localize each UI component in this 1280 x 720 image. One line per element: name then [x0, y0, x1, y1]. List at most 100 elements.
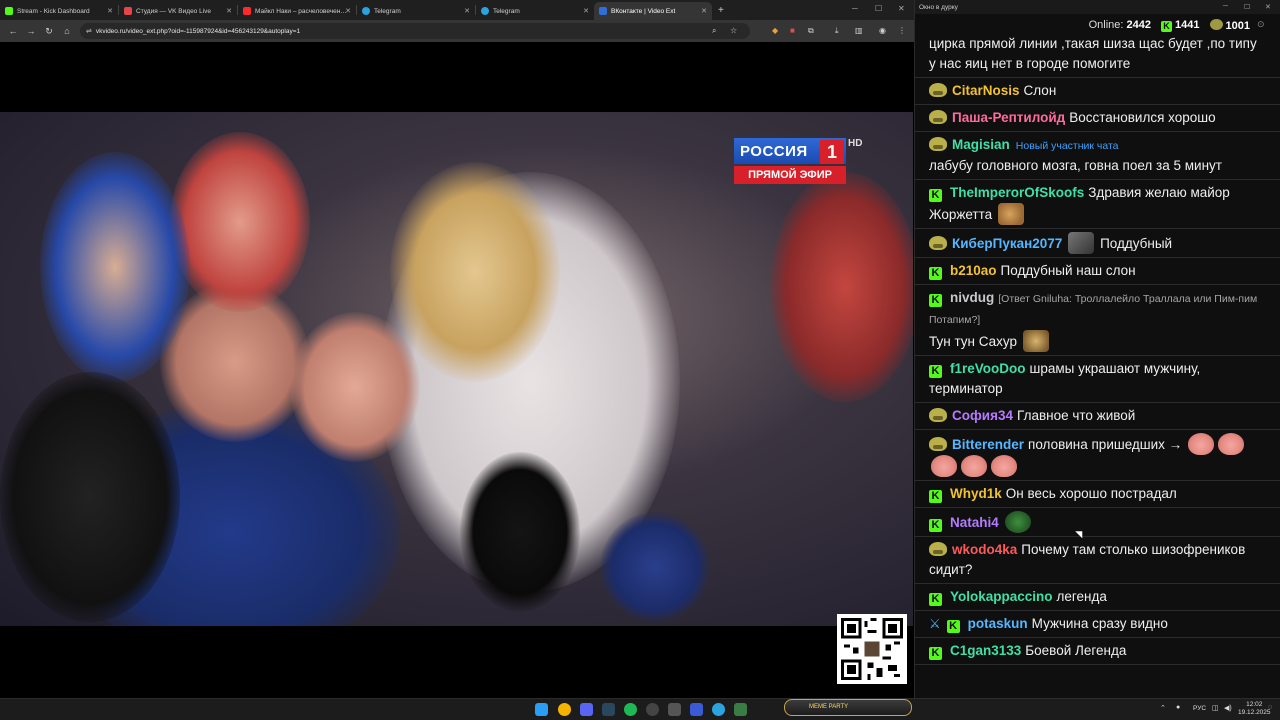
search-icon[interactable]: ⌕: [712, 26, 716, 36]
chrome-icon[interactable]: [558, 703, 571, 716]
chat-username[interactable]: Magisian: [952, 137, 1010, 152]
pig-emote-icon: [1187, 433, 1214, 455]
chat-message: ⚔ Kpotaskun Мужчина сразу видно: [915, 611, 1280, 638]
extension-icon[interactable]: ◆: [772, 26, 778, 35]
chat-username[interactable]: f1reVooDoo: [950, 361, 1026, 376]
frog-badge-icon: [929, 542, 947, 556]
telegram-icon: [481, 7, 489, 15]
notification-icon[interactable]: ◌: [1268, 704, 1272, 711]
obs-icon[interactable]: [646, 703, 659, 716]
telegram-icon[interactable]: [712, 703, 725, 716]
chat-message-list[interactable]: цирка прямой линии ,такая шиза щас будет…: [915, 30, 1280, 698]
frog-badge-icon: [929, 137, 947, 151]
address-bar[interactable]: ⇌ vkvideo.ru/video_ext.php?oid=-11598792…: [80, 23, 750, 39]
start-icon[interactable]: [535, 703, 548, 716]
chat-username[interactable]: КиберПукан2077: [952, 236, 1062, 251]
split-view-icon[interactable]: ▥: [855, 26, 863, 35]
tab-vk-studio[interactable]: Студия — VK Видео Live ✕: [119, 2, 237, 20]
video-scene: [40, 152, 190, 382]
pig-emote-icon: [1217, 433, 1244, 455]
chat-window: Окно в дурку ─ ☐ ✕ Online: 2442 K 1441 10…: [914, 0, 1280, 698]
kick-badge-icon: K: [929, 365, 942, 378]
close-icon[interactable]: ✕: [1265, 3, 1271, 11]
close-icon[interactable]: ✕: [583, 7, 589, 15]
back-icon[interactable]: ←: [4, 26, 22, 36]
discord-icon[interactable]: [580, 703, 593, 716]
language-indicator[interactable]: РУС: [1193, 705, 1206, 712]
network-icon[interactable]: ◫: [1212, 704, 1219, 712]
app-icon[interactable]: [668, 703, 681, 716]
message-text: половина пришедших →: [1028, 437, 1183, 452]
chat-username[interactable]: София34: [952, 408, 1013, 423]
tab-title: Stream - Kick Dashboard: [17, 7, 90, 15]
chat-message: K Natahi4: [915, 508, 1280, 537]
maximize-icon[interactable]: ☐: [875, 4, 882, 13]
message-text: Тун тун Сахур: [929, 334, 1018, 349]
reload-icon[interactable]: ↻: [40, 26, 58, 37]
tab-title: Telegram: [374, 7, 401, 15]
clock[interactable]: 12:02 19.12.2025: [1238, 701, 1271, 717]
chat-username[interactable]: Yolokappaccino: [950, 589, 1053, 604]
message-text: Мужчина сразу видно: [1031, 616, 1168, 631]
download-icon[interactable]: ⤓: [835, 26, 839, 36]
volume-icon[interactable]: ◀): [1224, 704, 1232, 712]
chat-message: Kf1reVooDoo шрамы украшают мужчину, терми…: [915, 356, 1280, 403]
chat-username[interactable]: Natahi4: [950, 515, 999, 530]
forward-icon[interactable]: →: [22, 26, 40, 36]
steam-icon[interactable]: [602, 703, 615, 716]
microphone-icon[interactable]: ●: [1176, 704, 1180, 711]
hd-label: HD: [848, 138, 863, 149]
chat-username[interactable]: wkodo4ka: [952, 542, 1017, 557]
chat-username[interactable]: CitarNosis: [952, 83, 1020, 98]
video-scene: [390, 162, 560, 382]
chat-username[interactable]: Паша-Рептилойд: [952, 110, 1065, 125]
home-icon[interactable]: ⌂: [58, 26, 76, 36]
video-scene: [290, 312, 420, 462]
chat-username[interactable]: potaskun: [968, 616, 1028, 631]
close-icon[interactable]: ✕: [345, 7, 351, 15]
close-icon[interactable]: ✕: [464, 7, 470, 15]
tab-title: ВКонтакте | Video Ext: [611, 7, 676, 15]
close-window-icon[interactable]: ✕: [898, 4, 905, 13]
chat-message: цирка прямой линии ,такая шиза щас будет…: [915, 30, 1280, 78]
chat-message: wkodo4ka Почему там столько шизофреников …: [915, 537, 1280, 584]
tab-vk-video[interactable]: ВКонтакте | Video Ext ✕: [594, 2, 712, 20]
tab-title: Telegram: [493, 7, 520, 15]
chat-username[interactable]: nivdug: [950, 290, 994, 305]
new-tab-button[interactable]: +: [712, 5, 730, 16]
chat-username[interactable]: Bitterender: [952, 437, 1024, 452]
chat-titlebar: Окно в дурку ─ ☐ ✕: [915, 0, 1280, 14]
meme-party-widget[interactable]: MEME PARTY: [784, 699, 912, 716]
qr-code-image: [841, 618, 903, 680]
profile-icon[interactable]: ◉: [879, 26, 886, 35]
extensions-icon[interactable]: ⧉: [808, 26, 814, 36]
site-info-icon[interactable]: ⇌: [86, 27, 92, 35]
spotify-icon[interactable]: [624, 703, 637, 716]
video-player[interactable]: [0, 112, 913, 626]
message-text: Восстановился хорошо: [1069, 110, 1216, 125]
tab-telegram-2[interactable]: Telegram ✕: [476, 2, 594, 20]
close-icon[interactable]: ✕: [226, 7, 232, 15]
chat-username[interactable]: TheImperorOfSkoofs: [950, 185, 1084, 200]
close-icon[interactable]: ✕: [107, 7, 113, 15]
app-icon[interactable]: [734, 703, 747, 716]
message-text: Слон: [1023, 83, 1057, 98]
minimize-icon[interactable]: ─: [852, 4, 858, 13]
tab-kick-dashboard[interactable]: Stream - Kick Dashboard ✕: [0, 2, 118, 20]
close-icon[interactable]: ✕: [701, 7, 707, 15]
app-icon[interactable]: [690, 703, 703, 716]
menu-icon[interactable]: ⋮: [898, 26, 906, 35]
tray-chevron-icon[interactable]: ⌃: [1160, 704, 1166, 712]
chat-username[interactable]: b210ao: [950, 263, 997, 278]
maximize-icon[interactable]: ☐: [1244, 3, 1250, 11]
chat-username[interactable]: C1gan3133: [950, 643, 1021, 658]
browser-window: Stream - Kick Dashboard ✕ Студия — VK Вид…: [0, 0, 914, 698]
chat-username[interactable]: Whyd1k: [950, 486, 1002, 501]
bookmark-star-icon[interactable]: ☆: [730, 26, 737, 35]
url-text[interactable]: vkvideo.ru/video_ext.php?oid=-115987924&…: [96, 28, 300, 35]
tab-youtube[interactable]: Майкл Наки – расчеловечен… ✕: [238, 2, 356, 20]
tab-telegram-1[interactable]: Telegram ✕: [357, 2, 475, 20]
minimize-icon[interactable]: ─: [1223, 3, 1228, 10]
extension-icon[interactable]: ■: [790, 26, 795, 35]
settings-icon[interactable]: ⊙: [1257, 19, 1265, 30]
